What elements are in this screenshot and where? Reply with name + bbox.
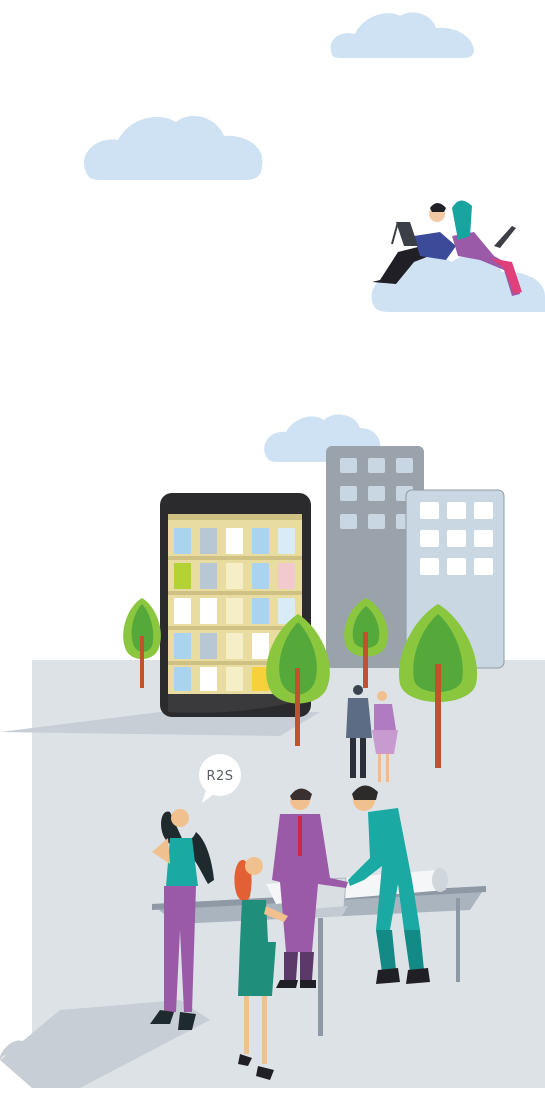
cloud-top-right — [330, 12, 474, 58]
cloud-upper-left — [83, 115, 263, 180]
plaza-ground — [0, 660, 545, 1088]
speech-bubble-text: R2S — [206, 769, 233, 784]
office-illustration: R2S — [0, 12, 545, 1088]
